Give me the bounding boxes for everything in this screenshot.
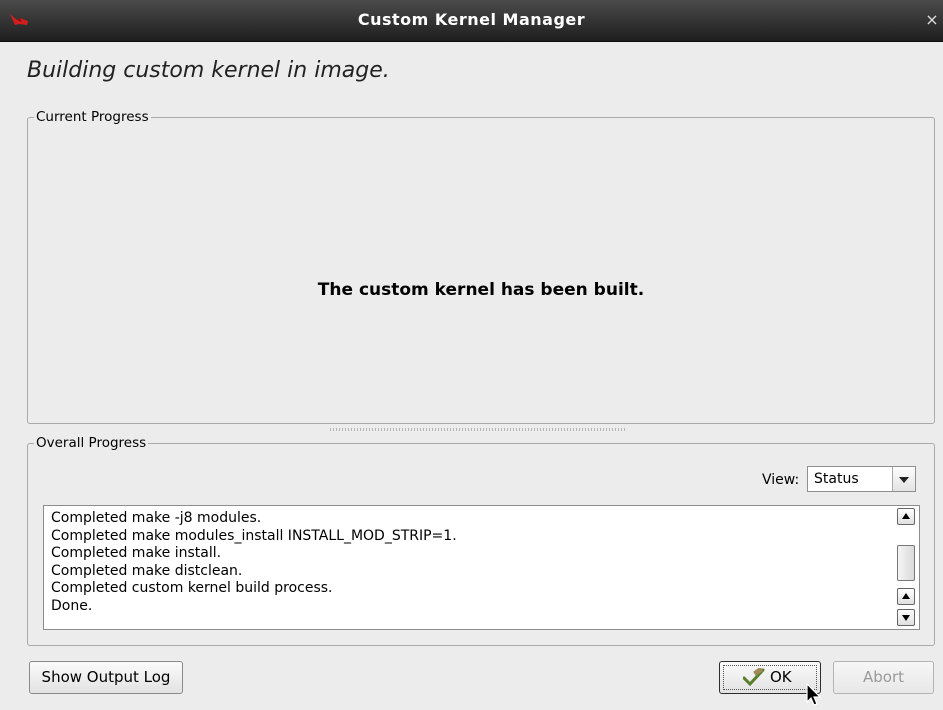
scroll-up-arrow-icon[interactable] — [897, 508, 915, 525]
current-progress-group: Current Progress The custom kernel has b… — [27, 109, 935, 424]
title-bar[interactable]: Custom Kernel Manager × — [0, 0, 943, 42]
page-heading: Building custom kernel in image. — [27, 58, 390, 83]
log-scrollbar[interactable] — [897, 508, 917, 627]
pane-splitter-handle[interactable] — [330, 428, 626, 431]
current-progress-message: The custom kernel has been built. — [317, 280, 645, 300]
scroll-up-arrow-icon[interactable] — [897, 588, 915, 605]
log-line: Completed custom kernel build process. — [51, 580, 333, 596]
log-line: Done. — [51, 597, 93, 614]
view-select-value: Status — [814, 471, 859, 487]
log-line: Completed make install. — [51, 545, 222, 561]
checkmark-pencil-icon — [743, 668, 765, 686]
status-log[interactable]: Completed make -j8 modules. Completed ma… — [43, 505, 920, 630]
status-log-lines: Completed make -j8 modules. Completed ma… — [51, 510, 891, 615]
abort-button[interactable]: Abort — [833, 661, 934, 694]
scroll-down-arrow-icon[interactable] — [897, 609, 915, 626]
view-select[interactable]: Status — [807, 466, 916, 492]
close-icon[interactable]: × — [921, 8, 943, 32]
ok-button-label: OK — [770, 668, 792, 686]
view-label: View: — [762, 472, 800, 488]
overall-progress-legend: Overall Progress — [36, 435, 147, 451]
show-output-log-button[interactable]: Show Output Log — [29, 661, 183, 694]
chevron-down-icon[interactable] — [892, 467, 915, 491]
window-title: Custom Kernel Manager — [357, 10, 586, 29]
mouse-pointer-icon — [806, 683, 822, 706]
log-line: Completed make -j8 modules. — [51, 510, 262, 526]
current-progress-legend: Current Progress — [36, 109, 149, 125]
log-line: Completed make modules_install INSTALL_M… — [51, 527, 457, 544]
scrollbar-thumb[interactable] — [897, 545, 915, 581]
log-line: Completed make distclean. — [51, 562, 243, 579]
